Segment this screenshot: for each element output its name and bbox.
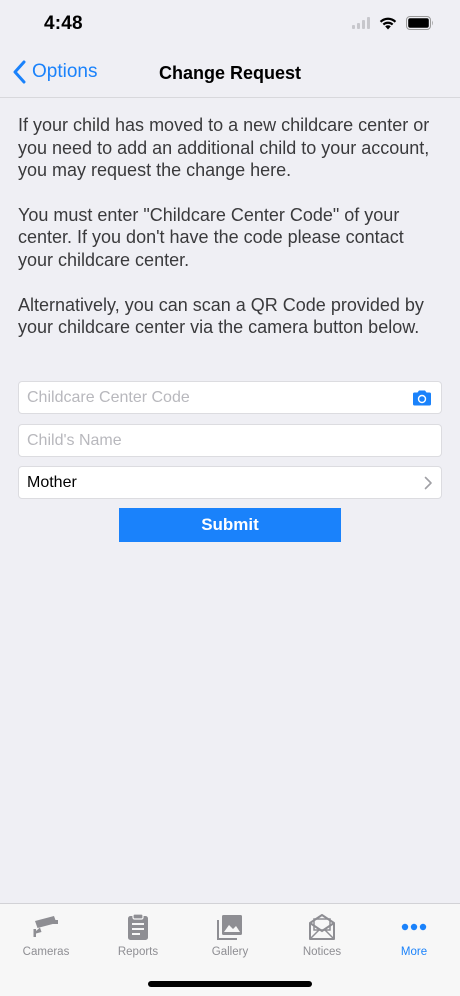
navigation-bar: Options Change Request bbox=[0, 50, 460, 98]
tab-label: Notices bbox=[302, 946, 342, 958]
home-indicator bbox=[148, 981, 312, 987]
code-instructions-paragraph: You must enter "Childcare Center Code" o… bbox=[18, 204, 404, 270]
tab-label: Reports bbox=[117, 946, 159, 958]
status-icons bbox=[352, 16, 434, 30]
wifi-icon bbox=[379, 17, 397, 30]
child-name-input[interactable] bbox=[27, 431, 433, 450]
tab-more[interactable]: More bbox=[368, 904, 460, 996]
qr-instructions-paragraph: Alternatively, you can scan a QR Code pr… bbox=[18, 294, 424, 338]
envelope-icon bbox=[309, 914, 335, 940]
tab-label: More bbox=[400, 946, 428, 958]
child-name-field bbox=[18, 424, 442, 457]
camera-cctv-icon bbox=[33, 916, 58, 937]
cellular-signal-icon bbox=[352, 17, 370, 29]
chevron-right-icon bbox=[424, 476, 432, 489]
photos-icon bbox=[217, 915, 242, 940]
intro-paragraph: If your child has moved to a new childca… bbox=[18, 115, 430, 181]
status-bar: 4:48 bbox=[0, 0, 460, 50]
battery-icon bbox=[406, 16, 433, 30]
submit-button[interactable]: Submit bbox=[119, 508, 341, 542]
clipboard-icon bbox=[128, 913, 148, 940]
center-code-field bbox=[18, 381, 442, 414]
camera-icon[interactable] bbox=[411, 389, 433, 407]
intro-text: If your child has moved to a new childca… bbox=[18, 114, 442, 361]
status-time: 4:48 bbox=[44, 13, 83, 34]
tab-label: Cameras bbox=[22, 946, 70, 958]
more-dots-icon bbox=[401, 923, 427, 931]
page-title: Change Request bbox=[158, 63, 302, 83]
tab-label: Gallery bbox=[211, 946, 249, 958]
relationship-value: Mother bbox=[27, 473, 77, 491]
center-code-input[interactable] bbox=[27, 388, 411, 407]
tab-cameras[interactable]: Cameras bbox=[0, 904, 92, 996]
relationship-select[interactable]: Mother bbox=[18, 466, 442, 499]
